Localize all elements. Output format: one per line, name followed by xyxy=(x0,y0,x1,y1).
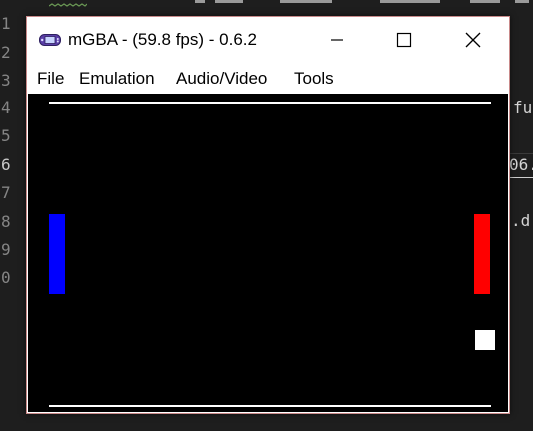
line-number: 5 xyxy=(1,126,11,145)
line-number: 4 xyxy=(1,98,11,117)
mgba-window: mGBA - (59.8 fps) - 0.6.2 File Emulation… xyxy=(26,16,510,414)
left-paddle xyxy=(49,214,65,294)
game-screen[interactable] xyxy=(28,94,508,412)
lint-squiggle xyxy=(49,3,87,7)
line-number: 7 xyxy=(1,183,11,202)
right-paddle xyxy=(474,214,490,294)
active-line-border xyxy=(510,153,533,154)
top-wall xyxy=(49,102,491,104)
menu-file[interactable]: File xyxy=(37,68,64,90)
bottom-wall xyxy=(49,405,491,407)
line-number: 9 xyxy=(1,240,11,259)
line-number: 2 xyxy=(1,43,11,62)
code-fragment: fu xyxy=(513,98,533,117)
maximize-icon xyxy=(396,32,412,48)
active-line-border xyxy=(510,177,533,178)
line-number: 0 xyxy=(1,268,11,287)
menu-emulation[interactable]: Emulation xyxy=(79,68,155,90)
maximize-button[interactable] xyxy=(381,17,427,63)
menu-tools[interactable]: Tools xyxy=(294,68,334,90)
close-icon xyxy=(465,32,481,48)
ball xyxy=(475,330,495,350)
menu-audio-video[interactable]: Audio/Video xyxy=(176,68,267,90)
window-title: mGBA - (59.8 fps) - 0.6.2 xyxy=(68,30,257,49)
line-number-active: 6 xyxy=(1,155,11,174)
minimize-button[interactable] xyxy=(314,17,360,63)
code-fragment: .d xyxy=(511,211,531,230)
code-fragment: 06. xyxy=(509,155,533,174)
line-number: 1 xyxy=(1,14,11,33)
line-number: 8 xyxy=(1,212,11,231)
close-button[interactable] xyxy=(450,17,496,63)
minimize-icon xyxy=(331,39,343,41)
line-number: 3 xyxy=(1,71,11,90)
editor-gutter: 1 2 3 4 5 6 7 8 9 0 xyxy=(0,0,20,431)
gba-app-icon xyxy=(39,34,61,46)
desktop: 1 2 3 4 5 6 7 8 9 0 fu 06. .d xyxy=(0,0,533,431)
menu-bar: File Emulation Audio/Video Tools xyxy=(27,63,509,93)
title-bar[interactable]: mGBA - (59.8 fps) - 0.6.2 xyxy=(27,17,509,63)
code-top-strip xyxy=(195,0,529,3)
